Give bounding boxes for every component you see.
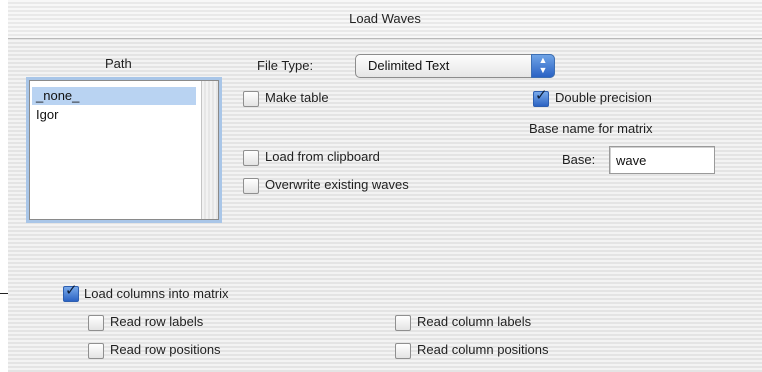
title-bar[interactable]: Load Waves: [8, 0, 762, 39]
file-type-popup[interactable]: Delimited Text ▲ ▼: [355, 54, 555, 78]
base-label: Base:: [562, 152, 596, 167]
base-name-heading: Base name for matrix: [529, 121, 653, 136]
file-type-label: File Type:: [257, 58, 314, 73]
path-label: Path: [105, 56, 132, 71]
read-row-labels-checkbox[interactable]: [88, 315, 104, 331]
base-name-field[interactable]: [609, 146, 715, 174]
overwrite-waves-label[interactable]: Overwrite existing waves: [265, 177, 409, 192]
path-list-scrollbar[interactable]: [201, 81, 218, 219]
read-column-labels-checkbox[interactable]: [395, 315, 411, 331]
make-table-checkbox[interactable]: [243, 91, 259, 107]
load-columns-checkbox[interactable]: ✓: [63, 282, 79, 302]
double-precision-checkbox[interactable]: ✓: [533, 87, 549, 107]
load-waves-dialog: Load Waves Path _none_ Igor File Type: D…: [8, 0, 762, 372]
read-column-labels-label[interactable]: Read column labels: [417, 314, 531, 329]
read-row-labels-label[interactable]: Read row labels: [110, 314, 203, 329]
double-precision-label[interactable]: Double precision: [555, 90, 652, 105]
read-column-positions-label[interactable]: Read column positions: [417, 342, 549, 357]
path-item-none[interactable]: _none_: [32, 87, 196, 105]
read-column-positions-checkbox[interactable]: [395, 343, 411, 359]
make-table-label[interactable]: Make table: [265, 90, 329, 105]
checkmark-icon: ✓: [65, 282, 78, 299]
load-from-clipboard-checkbox[interactable]: [243, 150, 259, 166]
path-item-igor[interactable]: Igor: [32, 106, 196, 124]
load-columns-label[interactable]: Load columns into matrix: [84, 286, 229, 301]
path-list[interactable]: _none_ Igor: [29, 80, 219, 220]
read-row-positions-checkbox[interactable]: [88, 343, 104, 359]
base-name-input[interactable]: [616, 149, 712, 171]
window-title: Load Waves: [349, 11, 421, 26]
checkmark-icon: ✓: [535, 87, 548, 104]
load-from-clipboard-label[interactable]: Load from clipboard: [265, 149, 380, 164]
file-type-value: Delimited Text: [368, 58, 450, 73]
up-down-arrows-icon[interactable]: ▲ ▼: [531, 54, 555, 78]
overwrite-waves-checkbox[interactable]: [243, 178, 259, 194]
read-row-positions-label[interactable]: Read row positions: [110, 342, 221, 357]
